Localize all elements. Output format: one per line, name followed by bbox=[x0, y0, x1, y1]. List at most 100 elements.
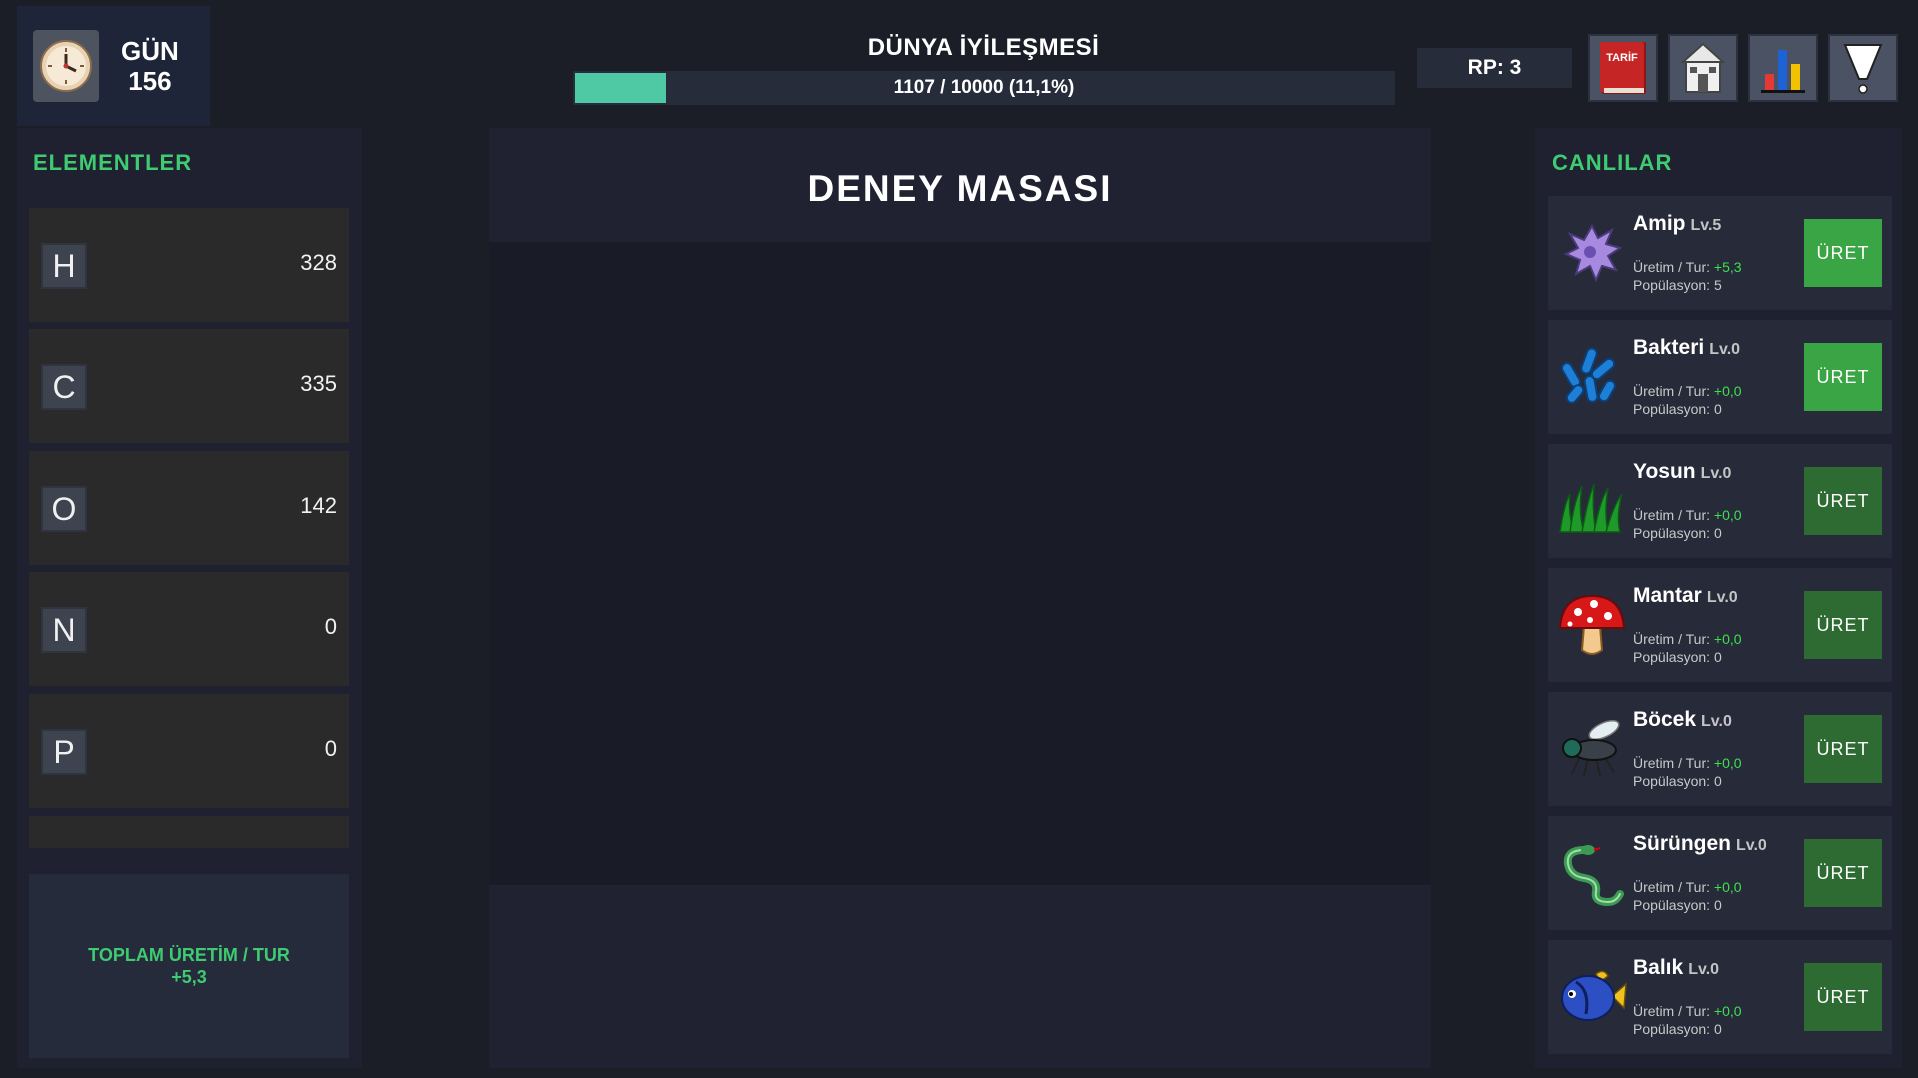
produce-button-yosun[interactable]: ÜRET bbox=[1804, 467, 1882, 535]
mushroom-icon bbox=[1558, 594, 1626, 655]
day-counter: GÜN 156 bbox=[17, 6, 210, 126]
population-value: 0 bbox=[1713, 897, 1722, 913]
production-label: Üretim / Tur: bbox=[1633, 1003, 1711, 1019]
creature-card-bakteri: Bakteri Lv.0 Üretim / Tur: +0,0 Popülasyo… bbox=[1548, 320, 1892, 434]
element-symbol: N bbox=[41, 607, 87, 653]
creature-level: Lv.0 bbox=[1701, 713, 1732, 730]
house-icon bbox=[1680, 42, 1726, 93]
creature-name: Balık bbox=[1633, 956, 1684, 979]
total-production-label: TOPLAM ÜRETİM / TUR bbox=[88, 945, 290, 965]
population-label: Popülasyon: bbox=[1633, 277, 1711, 293]
element-symbol: O bbox=[41, 486, 87, 532]
elements-panel: ELEMENTLER H 328 C 335 O 142 N 0 P 0 TOP… bbox=[17, 128, 362, 1068]
production-label: Üretim / Tur: bbox=[1633, 507, 1711, 523]
element-list-overflow[interactable] bbox=[29, 816, 349, 848]
element-row-o[interactable]: O 142 bbox=[29, 451, 349, 565]
research-points: RP: 3 bbox=[1417, 48, 1572, 88]
creature-level: Lv.0 bbox=[1706, 589, 1738, 606]
element-symbol: P bbox=[41, 729, 87, 775]
element-count: 328 bbox=[300, 250, 337, 275]
experiment-workbench-area[interactable] bbox=[489, 242, 1431, 885]
world-healing-title: DÜNYA İYİLEŞMESİ bbox=[867, 34, 1100, 61]
produce-button-amip[interactable]: ÜRET bbox=[1804, 219, 1882, 287]
produce-button-bakteri[interactable]: ÜRET bbox=[1804, 343, 1882, 411]
production-value: +0,0 bbox=[1713, 879, 1742, 895]
alert-button[interactable] bbox=[1828, 34, 1898, 102]
element-row-c[interactable]: C 335 bbox=[29, 329, 349, 443]
population-label: Popülasyon: bbox=[1633, 1021, 1711, 1037]
elements-heading: ELEMENTLER bbox=[33, 150, 193, 175]
creature-name: Amip bbox=[1633, 212, 1686, 235]
population-label: Popülasyon: bbox=[1633, 897, 1711, 913]
population-value: 0 bbox=[1713, 1021, 1722, 1037]
production-label: Üretim / Tur: bbox=[1633, 259, 1711, 275]
day-label: GÜN bbox=[121, 36, 179, 66]
creature-card-bocek: Böcek Lv.0 Üretim / Tur: +0,0 Popülasyon:… bbox=[1548, 692, 1892, 806]
creature-name: Mantar bbox=[1633, 584, 1702, 607]
element-symbol: C bbox=[41, 364, 87, 410]
creature-card-yosun: Yosun Lv.0 Üretim / Tur: +0,0 Popülasyon:… bbox=[1548, 444, 1892, 558]
produce-button-mantar[interactable]: ÜRET bbox=[1804, 591, 1882, 659]
produce-button-surungen[interactable]: ÜRET bbox=[1804, 839, 1882, 907]
element-row-n[interactable]: N 0 bbox=[29, 572, 349, 686]
total-production-value: +5,3 bbox=[171, 967, 207, 987]
production-value: +0,0 bbox=[1713, 1003, 1742, 1019]
creature-name: Bakteri bbox=[1633, 336, 1705, 359]
statistics-button[interactable] bbox=[1748, 34, 1818, 102]
population-value: 0 bbox=[1713, 401, 1722, 417]
world-healing-progress-bar: 1107 / 10000 (11,1%) bbox=[571, 69, 1397, 107]
fly-icon bbox=[1562, 719, 1620, 777]
creature-name: Böcek bbox=[1633, 708, 1697, 731]
element-symbol: H bbox=[41, 243, 87, 289]
population-value: 0 bbox=[1713, 649, 1722, 665]
element-count: 0 bbox=[324, 736, 337, 761]
algae-icon bbox=[1559, 483, 1623, 533]
creature-card-surungen: Sürüngen Lv.0 Üretim / Tur: +0,0 Popülasy… bbox=[1548, 816, 1892, 930]
element-count: 142 bbox=[300, 493, 337, 518]
population-value: 5 bbox=[1713, 277, 1722, 293]
creatures-heading: CANLILAR bbox=[1552, 150, 1673, 175]
bar-chart-icon bbox=[1761, 50, 1805, 93]
recipe-book-button[interactable]: TARİF bbox=[1588, 34, 1658, 102]
amoeba-icon bbox=[1563, 223, 1623, 283]
production-label: Üretim / Tur: bbox=[1633, 755, 1711, 771]
population-label: Popülasyon: bbox=[1633, 401, 1711, 417]
produce-button-balik[interactable]: ÜRET bbox=[1804, 963, 1882, 1031]
total-production-box: TOPLAM ÜRETİM / TUR +5,3 bbox=[29, 874, 349, 1058]
bacteria-icon bbox=[1561, 347, 1616, 404]
creatures-panel: CANLILAR Amip Lv.5 Üretim / Tur: +5,3 Pop… bbox=[1535, 128, 1902, 1068]
production-value: +0,0 bbox=[1713, 383, 1742, 399]
population-value: 0 bbox=[1713, 525, 1722, 541]
element-row-h[interactable]: H 328 bbox=[29, 208, 349, 322]
element-row-p[interactable]: P 0 bbox=[29, 694, 349, 808]
creature-level: Lv.0 bbox=[1709, 341, 1741, 358]
produce-button-bocek[interactable]: ÜRET bbox=[1804, 715, 1882, 783]
house-button[interactable] bbox=[1668, 34, 1738, 102]
element-count: 335 bbox=[300, 371, 337, 396]
creature-level: Lv.0 bbox=[1736, 837, 1767, 854]
population-label: Popülasyon: bbox=[1633, 525, 1711, 541]
creature-level: Lv.0 bbox=[1688, 961, 1720, 978]
production-label: Üretim / Tur: bbox=[1633, 631, 1711, 647]
creature-card-amip: Amip Lv.5 Üretim / Tur: +5,3 Popülasyon: … bbox=[1548, 196, 1892, 310]
creature-name: Yosun bbox=[1633, 460, 1696, 483]
production-value: +0,0 bbox=[1713, 631, 1742, 647]
creature-name: Sürüngen bbox=[1633, 832, 1731, 855]
world-healing-progress-text: 1107 / 10000 (11,1%) bbox=[893, 77, 1075, 98]
creature-card-balik: Balık Lv.0 Üretim / Tur: +0,0 Popülasyon:… bbox=[1548, 940, 1892, 1054]
population-label: Popülasyon: bbox=[1633, 773, 1711, 789]
creature-level: Lv.5 bbox=[1690, 217, 1722, 234]
population-label: Popülasyon: bbox=[1633, 649, 1711, 665]
production-label: Üretim / Tur: bbox=[1633, 383, 1711, 399]
experiment-table-title: DENEY MASASI bbox=[807, 168, 1113, 209]
recipe-book-label: TARİF bbox=[1606, 51, 1638, 64]
element-count: 0 bbox=[324, 614, 337, 639]
creature-level: Lv.0 bbox=[1700, 465, 1732, 482]
population-value: 0 bbox=[1713, 773, 1722, 789]
clock-icon bbox=[33, 30, 99, 102]
snake-icon bbox=[1563, 845, 1624, 907]
production-value: +0,0 bbox=[1713, 507, 1742, 523]
production-value: +5,3 bbox=[1713, 259, 1742, 275]
experiment-table-panel: DENEY MASASI bbox=[489, 128, 1431, 1068]
production-value: +0,0 bbox=[1713, 755, 1742, 771]
